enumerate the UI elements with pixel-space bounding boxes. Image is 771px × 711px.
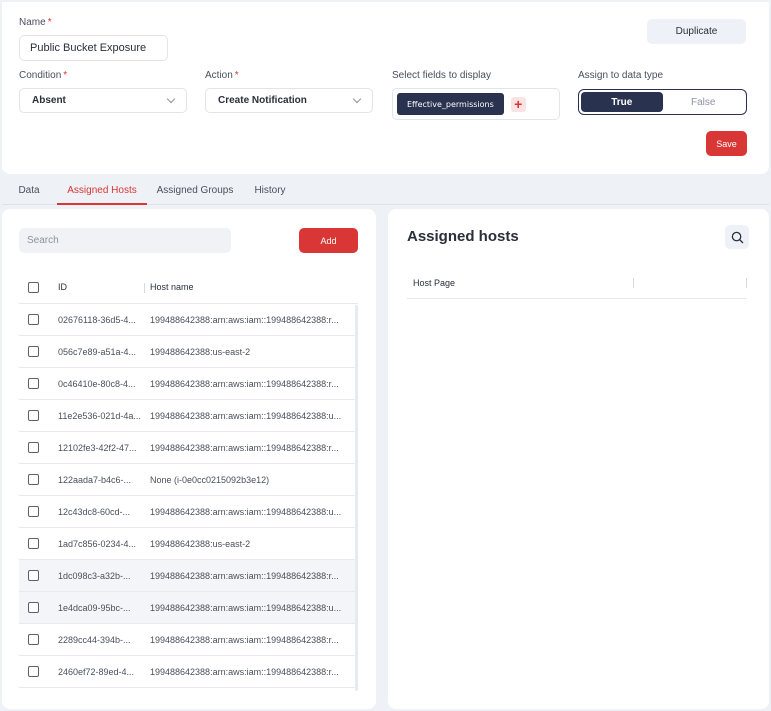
toggle-false[interactable]: False: [663, 92, 745, 112]
column-header-host-name[interactable]: Host name: [145, 271, 358, 303]
table-row[interactable]: 1e4dca09-95bc-... 199488642388:arn:aws:ia…: [19, 592, 358, 624]
table-scrollbar[interactable]: [355, 305, 358, 691]
add-button[interactable]: Add: [299, 228, 358, 253]
data-type-toggle: True False: [578, 89, 747, 115]
row-host-name: 199488642388:arn:aws:iam::199488642388:r…: [150, 442, 339, 453]
row-id: 1dc098c3-a32b-...: [58, 570, 131, 581]
toggle-true[interactable]: True: [581, 92, 663, 112]
condition-label: Condition *: [19, 70, 68, 81]
row-id: 12102fe3-42f2-47...: [58, 442, 137, 453]
row-checkbox[interactable]: [28, 378, 39, 389]
table-row[interactable]: 2460ef72-89ed-4... 199488642388:arn:aws:i…: [19, 656, 358, 688]
table-body: 02676118-36d5-4... 199488642388:arn:aws:i…: [19, 304, 358, 688]
name-label: Name *: [19, 17, 52, 28]
row-host-name: 199488642388:us-east-2: [150, 346, 251, 357]
table-row[interactable]: 056c7e89-a51a-4... 199488642388:us-east-2: [19, 336, 358, 368]
name-input-value: Public Bucket Exposure: [30, 42, 147, 54]
row-host-name: 199488642388:arn:aws:iam::199488642388:u…: [150, 506, 342, 517]
search-button[interactable]: [725, 225, 749, 249]
row-checkbox[interactable]: [28, 314, 39, 325]
table-row[interactable]: 1dc098c3-a32b-... 199488642388:arn:aws:ia…: [19, 560, 358, 592]
row-id: 0c46410e-80c8-4...: [58, 378, 136, 389]
row-id: 11e2e536-021d-4a...: [58, 410, 141, 421]
table-row[interactable]: 12c43dc8-60cd-... 199488642388:arn:aws:ia…: [19, 496, 358, 528]
column-header-id[interactable]: ID: [56, 271, 145, 303]
row-checkbox[interactable]: [28, 410, 39, 421]
save-button[interactable]: Save: [706, 131, 747, 156]
row-checkbox[interactable]: [28, 634, 39, 645]
panel-title: Assigned hosts: [407, 228, 519, 245]
search-input[interactable]: [19, 228, 231, 253]
table-row[interactable]: 122aada7-b4c6-... None (i-0e0cc0215092b3e…: [19, 464, 358, 496]
field-chip[interactable]: Effective_permissions: [397, 93, 504, 115]
tab-bar: Data Assigned Hosts Assigned Groups Hist…: [2, 176, 769, 205]
condition-select-value: Absent: [32, 95, 66, 106]
row-host-name: 199488642388:arn:aws:iam::199488642388:r…: [150, 314, 339, 325]
row-id: 1e4dca09-95bc-...: [58, 602, 131, 613]
tab-assigned-groups[interactable]: Assigned Groups: [152, 176, 238, 205]
row-host-name: 199488642388:arn:aws:iam::199488642388:u…: [150, 602, 342, 613]
row-host-name: 199488642388:arn:aws:iam::199488642388:r…: [150, 634, 339, 645]
column-header-host-page[interactable]: Host Page: [407, 267, 634, 298]
table-row[interactable]: 1ad7c856-0234-4... 199488642388:us-east-2: [19, 528, 358, 560]
row-checkbox[interactable]: [28, 570, 39, 581]
action-select-value: Create Notification: [218, 95, 307, 106]
row-checkbox[interactable]: [28, 474, 39, 485]
assigned-hosts-panel: Assigned hosts Host Page: [388, 209, 769, 709]
row-checkbox[interactable]: [28, 538, 39, 549]
table-row[interactable]: 2289cc44-394b-... 199488642388:arn:aws:ia…: [19, 624, 358, 656]
row-id: 02676118-36d5-4...: [58, 314, 136, 325]
row-id: 2289cc44-394b-...: [58, 634, 131, 645]
select-all-checkbox[interactable]: [28, 281, 39, 293]
row-host-name: None (i-0e0cc0215092b3e12): [150, 474, 270, 485]
condition-select[interactable]: Absent: [19, 88, 187, 113]
table-row[interactable]: 02676118-36d5-4... 199488642388:arn:aws:i…: [19, 304, 358, 336]
tab-history[interactable]: History: [248, 176, 292, 205]
fields-label: Select fields to display: [392, 70, 491, 81]
plus-icon[interactable]: +: [510, 96, 526, 112]
column-header-empty: [634, 267, 747, 298]
row-host-name: 199488642388:arn:aws:iam::199488642388:r…: [150, 570, 339, 581]
rule-form: Name * Public Bucket Exposure Condition * …: [2, 2, 769, 174]
row-checkbox[interactable]: [28, 506, 39, 517]
row-checkbox[interactable]: [28, 602, 39, 613]
row-checkbox[interactable]: [28, 346, 39, 357]
row-host-name: 199488642388:arn:aws:iam::199488642388:r…: [150, 666, 339, 677]
chevron-down-icon: [352, 94, 362, 104]
row-id: 1ad7c856-0234-4...: [58, 538, 137, 549]
action-select[interactable]: Create Notification: [205, 88, 373, 113]
duplicate-button[interactable]: Duplicate: [647, 19, 746, 44]
row-id: 056c7e89-a51a-4...: [58, 346, 137, 357]
row-id: 12c43dc8-60cd-...: [58, 506, 131, 517]
assign-label: Assign to data type: [578, 70, 664, 81]
table-row[interactable]: 0c46410e-80c8-4... 199488642388:arn:aws:i…: [19, 368, 358, 400]
fields-selector[interactable]: Effective_permissions +: [392, 88, 560, 120]
tab-assigned-hosts[interactable]: Assigned Hosts: [57, 176, 147, 205]
hosts-list-panel: Add ID Host name 02676118-36d5-4... 19948…: [2, 209, 376, 709]
table-row[interactable]: 12102fe3-42f2-47... 199488642388:arn:aws:…: [19, 432, 358, 464]
assigned-table-header: Host Page: [407, 267, 747, 299]
table-header: ID Host name: [19, 271, 358, 304]
row-host-name: 199488642388:arn:aws:iam::199488642388:u…: [150, 410, 342, 421]
row-host-name: 199488642388:arn:aws:iam::199488642388:r…: [150, 378, 339, 389]
tab-data[interactable]: Data: [16, 176, 42, 205]
action-label: Action *: [205, 70, 239, 81]
row-host-name: 199488642388:us-east-2: [150, 538, 251, 549]
search-icon: [731, 231, 743, 243]
row-checkbox[interactable]: [28, 442, 39, 453]
row-id: 122aada7-b4c6-...: [58, 474, 132, 485]
row-id: 2460ef72-89ed-4...: [58, 666, 135, 677]
table-row[interactable]: 11e2e536-021d-4a... 199488642388:arn:aws:…: [19, 400, 358, 432]
chevron-down-icon: [166, 94, 176, 104]
row-checkbox[interactable]: [28, 666, 39, 677]
name-input[interactable]: Public Bucket Exposure: [19, 35, 168, 61]
hosts-table: ID Host name 02676118-36d5-4... 199488642…: [19, 271, 358, 688]
